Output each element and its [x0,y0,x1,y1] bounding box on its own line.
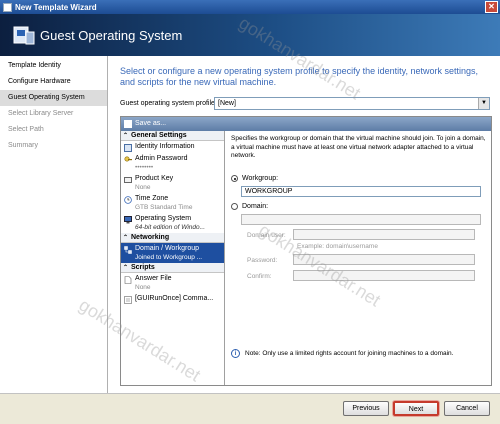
network-icon [124,246,132,254]
profile-value: [New] [218,100,236,107]
workgroup-label: Workgroup: [242,175,279,182]
next-button[interactable]: Next [393,401,439,416]
nav-item-template-identity[interactable]: Template Identity [0,58,107,74]
save-as-label: Save as... [135,120,167,127]
password-label: Password: [247,257,278,264]
tree-item-admin-password[interactable]: Admin Password •••••••• [121,153,224,173]
domain-user-example: Example: domain\username [297,243,378,250]
collapse-icon[interactable]: ⌃ [123,263,131,273]
section-label: Scripts [131,263,155,271]
save-icon [124,120,132,128]
domain-label: Domain: [242,203,269,210]
tree-item-value: None [135,284,151,291]
domain-field[interactable] [241,214,481,225]
password-field[interactable] [293,254,475,265]
operating-system-icon [124,216,132,224]
identity-icon [124,144,132,152]
domain-user-label: Domain user: [247,232,286,239]
wizard-footer: Previous Next Cancel [0,393,500,424]
guest-os-icon [13,26,35,45]
settings-panel: Save as... ⌃ General Settings Identity I… [120,116,492,386]
info-icon: i [231,349,240,358]
nav-item-select-path: Select Path [8,126,44,133]
tree-item-value: 64-bit edition of Windo... [135,224,206,231]
tree-item-name: Operating System [135,215,192,222]
tree-item-product-key[interactable]: Product Key None [121,173,224,193]
info-note: i Note: Only use a limited rights accoun… [231,349,453,358]
page-title: Guest Operating System [40,27,183,43]
clock-icon [124,196,132,204]
workgroup-radio[interactable]: Workgroup: [231,175,278,182]
collapse-icon[interactable]: ⌃ [123,233,131,243]
section-general-settings[interactable]: ⌃ General Settings [121,131,224,141]
confirm-label: Confirm: [247,273,272,280]
tree-item-name: Answer File [135,275,172,282]
tree-item-value: •••••••• [135,164,154,171]
window-title: New Template Wizard [15,2,97,12]
tree-item-name: Domain / Workgroup [135,245,200,252]
wizard-banner: Guest Operating System [0,14,500,56]
workgroup-field[interactable]: WORKGROUP [241,186,481,197]
tree-item-operating-system[interactable]: Operating System 64-bit edition of Windo… [121,213,224,233]
settings-tree: ⌃ General Settings Identity Information … [121,131,225,385]
panel-toolbar: Save as... [121,117,491,131]
tree-item-domain-workgroup[interactable]: Domain / Workgroup Joined to Workgroup .… [121,243,224,263]
tree-item-value: Joined to Workgroup ... [135,254,203,261]
tree-item-value: GTB Standard Time [135,204,193,211]
note-text: Note: Only use a limited rights account … [245,350,454,357]
domain-workgroup-detail: Specifies the workgroup or domain that t… [231,135,487,161]
tree-item-answer-file[interactable]: Answer File None [121,273,224,293]
section-scripts[interactable]: ⌃ Scripts [121,263,224,273]
collapse-icon[interactable]: ⌃ [123,131,131,141]
save-as-button[interactable]: Save as... [124,118,166,130]
script-icon [124,296,132,304]
tree-item-name: Product Key [135,175,174,182]
close-icon[interactable]: ✕ [485,1,498,13]
product-key-icon [124,177,132,183]
main-content: Select or configure a new operating syst… [108,56,500,393]
cancel-button[interactable]: Cancel [444,401,490,416]
tree-item-value: None [135,184,151,191]
wizard-nav: Template Identity Configure Hardware Gue… [0,56,108,393]
nav-item-configure-hardware[interactable]: Configure Hardware [0,74,107,90]
tree-item-time-zone[interactable]: Time Zone GTB Standard Time [121,193,224,213]
nav-item-summary: Summary [8,142,38,149]
tree-item-name: Admin Password [135,155,188,162]
confirm-password-field[interactable] [293,270,475,281]
previous-button[interactable]: Previous [343,401,389,416]
tree-item-identity[interactable]: Identity Information [121,141,224,153]
chevron-down-icon[interactable]: ▼ [478,98,489,109]
workgroup-radio-button[interactable] [231,175,238,182]
nav-item-select-library-server: Select Library Server [8,110,74,117]
nav-item-guest-os[interactable]: Guest Operating System [0,90,107,106]
app-icon [3,2,12,12]
profile-dropdown[interactable]: [New] ▼ [214,97,490,110]
window-titlebar: New Template Wizard ✕ [0,0,500,14]
section-label: Networking [131,233,170,241]
domain-user-field[interactable] [293,229,475,240]
intro-text: Select or configure a new operating syst… [120,66,479,87]
key-icon [124,156,132,162]
section-networking[interactable]: ⌃ Networking [121,233,224,243]
profile-label: Guest operating system profile: [120,100,217,107]
domain-radio-button[interactable] [231,203,238,210]
section-label: General Settings [131,131,187,139]
domain-radio[interactable]: Domain: [231,203,268,210]
tree-item-name: Identity Information [135,143,195,150]
tree-item-name: Time Zone [135,195,169,202]
file-icon [124,276,132,284]
tree-item-name: [GUIRunOnce] Comma... [135,295,214,302]
detail-description: Specifies the workgroup or domain that t… [231,135,486,159]
tree-item-guirunonce[interactable]: [GUIRunOnce] Comma... [121,293,224,305]
